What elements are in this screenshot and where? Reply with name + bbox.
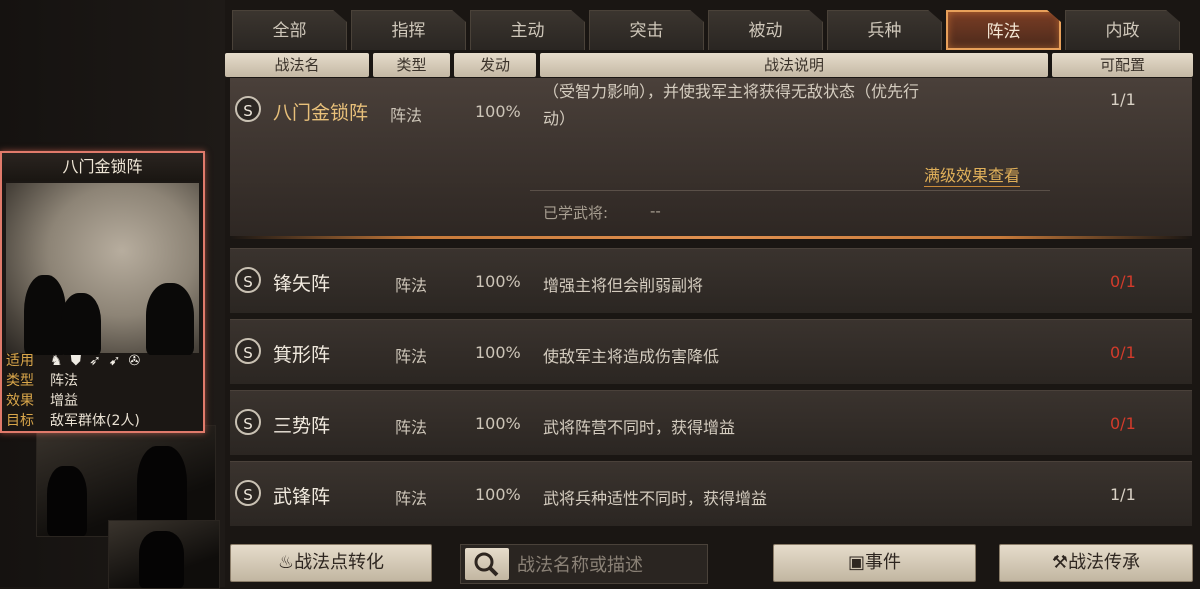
effect-row: 效果 增益 bbox=[4, 391, 201, 411]
shield-icon: ⛊ bbox=[70, 353, 82, 369]
s-rank-badge: S bbox=[235, 338, 261, 364]
alert-icon: ▣ bbox=[847, 552, 865, 573]
tactic-count: 0/1 bbox=[1110, 272, 1136, 291]
tactic-type: 阵法 bbox=[395, 347, 428, 366]
events-label: 事件 bbox=[865, 552, 901, 573]
table-row[interactable]: S 三势阵 阵法 100% 武将阵营不同时，获得增益 0/1 bbox=[230, 390, 1192, 455]
inherit-tactic-button[interactable]: ⚒战法传承 bbox=[999, 544, 1193, 582]
table-row[interactable]: S 锋矢阵 阵法 100% 增强主将但会削弱副将 0/1 bbox=[230, 248, 1192, 313]
full-effect-link[interactable]: 满级效果查看 bbox=[924, 162, 1021, 187]
spear-icon: ➹ bbox=[108, 353, 121, 369]
search-icon bbox=[474, 552, 499, 577]
header-name[interactable]: 战法名 bbox=[225, 53, 369, 77]
unit-icons: ♞ ⛊ ➶ ➹ ✇ bbox=[50, 351, 140, 371]
tactic-type: 阵法 bbox=[395, 489, 428, 508]
convert-points-button[interactable]: ♨战法点转化 bbox=[230, 544, 432, 582]
tactic-rate: 100% bbox=[475, 272, 521, 291]
tactic-desc-line1: （受智力影响），并使我军主将获得无敌状态（优先行 bbox=[543, 82, 920, 101]
background-card bbox=[108, 520, 220, 589]
category-tabs: 全部 指挥 主动 突击 被动 兵种 阵法 内政 bbox=[228, 10, 1200, 50]
search-box bbox=[460, 544, 708, 585]
flame-icon: ♨ bbox=[277, 552, 295, 573]
tab-assault[interactable]: 突击 bbox=[589, 10, 704, 50]
expanded-row[interactable]: S 八门金锁阵 阵法 100% （受智力影响），并使我军主将获得无敌状态（优先行… bbox=[230, 78, 1192, 236]
tactic-rate: 100% bbox=[475, 102, 521, 121]
card-stats: 适用 ♞ ⛊ ➶ ➹ ✇ 类型 阵法 效果 增益 目标 敌军群体(2人) bbox=[4, 351, 201, 431]
tactic-card[interactable]: 八门金锁阵 适用 ♞ ⛊ ➶ ➹ ✇ 类型 阵法 效果 增益 目标 敌军群体(2… bbox=[0, 151, 205, 433]
tactic-count: 1/1 bbox=[1110, 485, 1136, 504]
search-input[interactable] bbox=[515, 545, 707, 585]
inherit-tactic-label: 战法传承 bbox=[1068, 552, 1141, 573]
header-desc: 战法说明 bbox=[540, 53, 1048, 77]
tactic-count: 0/1 bbox=[1110, 343, 1136, 362]
convert-points-label: 战法点转化 bbox=[294, 552, 385, 573]
cavalry-icon: ♞ bbox=[50, 353, 63, 369]
tactic-desc: 武将兵种适性不同时，获得增益 bbox=[543, 489, 768, 508]
tactic-desc: 使敌军主将造成伤害降低 bbox=[543, 347, 720, 366]
card-artwork bbox=[6, 183, 199, 355]
applicable-row: 适用 ♞ ⛊ ➶ ➹ ✇ bbox=[4, 351, 201, 371]
search-button[interactable] bbox=[465, 548, 509, 580]
tactic-desc-line2: 动） bbox=[543, 109, 576, 128]
s-rank-badge: S bbox=[235, 267, 261, 293]
tactic-name: 八门金锁阵 bbox=[273, 102, 369, 124]
s-rank-badge: S bbox=[235, 96, 261, 122]
tactic-name: 锋矢阵 bbox=[273, 273, 331, 295]
tab-command[interactable]: 指挥 bbox=[351, 10, 466, 50]
target-row: 目标 敌军群体(2人) bbox=[4, 411, 201, 431]
tactic-name: 武锋阵 bbox=[273, 486, 331, 508]
learned-value: -- bbox=[650, 202, 661, 220]
tactic-rate: 100% bbox=[475, 414, 521, 433]
tactic-rate: 100% bbox=[475, 343, 521, 362]
tactic-name: 三势阵 bbox=[273, 415, 331, 437]
tab-formation[interactable]: 阵法 bbox=[946, 10, 1061, 50]
tactic-type: 阵法 bbox=[395, 418, 428, 437]
tactic-type: 阵法 bbox=[395, 276, 428, 295]
effect-value: 增益 bbox=[50, 393, 78, 409]
selection-glow bbox=[230, 236, 1192, 239]
tactic-name: 箕形阵 bbox=[273, 344, 331, 366]
target-value: 敌军群体(2人) bbox=[50, 413, 140, 429]
header-trigger[interactable]: 发动 bbox=[454, 53, 536, 77]
s-rank-badge: S bbox=[235, 480, 261, 506]
divider bbox=[530, 190, 1050, 191]
table-row[interactable]: S 箕形阵 阵法 100% 使敌军主将造成伤害降低 0/1 bbox=[230, 319, 1192, 384]
applicable-label: 适用 bbox=[6, 353, 34, 369]
tactic-rate: 100% bbox=[475, 485, 521, 504]
type-row: 类型 阵法 bbox=[4, 371, 201, 391]
tactic-desc: 武将阵营不同时，获得增益 bbox=[543, 418, 736, 437]
hammer-icon: ⚒ bbox=[1051, 552, 1069, 573]
tactic-count: 1/1 bbox=[1110, 90, 1136, 109]
card-title: 八门金锁阵 bbox=[2, 153, 203, 181]
tactic-type: 阵法 bbox=[390, 106, 423, 125]
chariot-icon: ✇ bbox=[128, 353, 141, 369]
effect-label: 效果 bbox=[6, 393, 34, 409]
learned-label: 已学武将: bbox=[543, 204, 609, 222]
s-rank-badge: S bbox=[235, 409, 261, 435]
events-button[interactable]: ▣事件 bbox=[773, 544, 976, 582]
tab-troop[interactable]: 兵种 bbox=[827, 10, 942, 50]
tab-internal[interactable]: 内政 bbox=[1065, 10, 1180, 50]
bow-icon: ➶ bbox=[89, 353, 101, 369]
tab-passive[interactable]: 被动 bbox=[708, 10, 823, 50]
tab-active[interactable]: 主动 bbox=[470, 10, 585, 50]
target-label: 目标 bbox=[6, 413, 34, 429]
tactic-count: 0/1 bbox=[1110, 414, 1136, 433]
type-label: 类型 bbox=[6, 373, 34, 389]
tab-all[interactable]: 全部 bbox=[232, 10, 347, 50]
tactic-desc: 增强主将但会削弱副将 bbox=[543, 276, 704, 295]
header-config[interactable]: 可配置 bbox=[1052, 53, 1193, 77]
table-row[interactable]: S 武锋阵 阵法 100% 武将兵种适性不同时，获得增益 1/1 bbox=[230, 461, 1192, 526]
header-type[interactable]: 类型 bbox=[373, 53, 450, 77]
tactic-list: S 八门金锁阵 阵法 100% （受智力影响），并使我军主将获得无敌状态（优先行… bbox=[225, 78, 1200, 538]
type-value: 阵法 bbox=[50, 373, 78, 389]
